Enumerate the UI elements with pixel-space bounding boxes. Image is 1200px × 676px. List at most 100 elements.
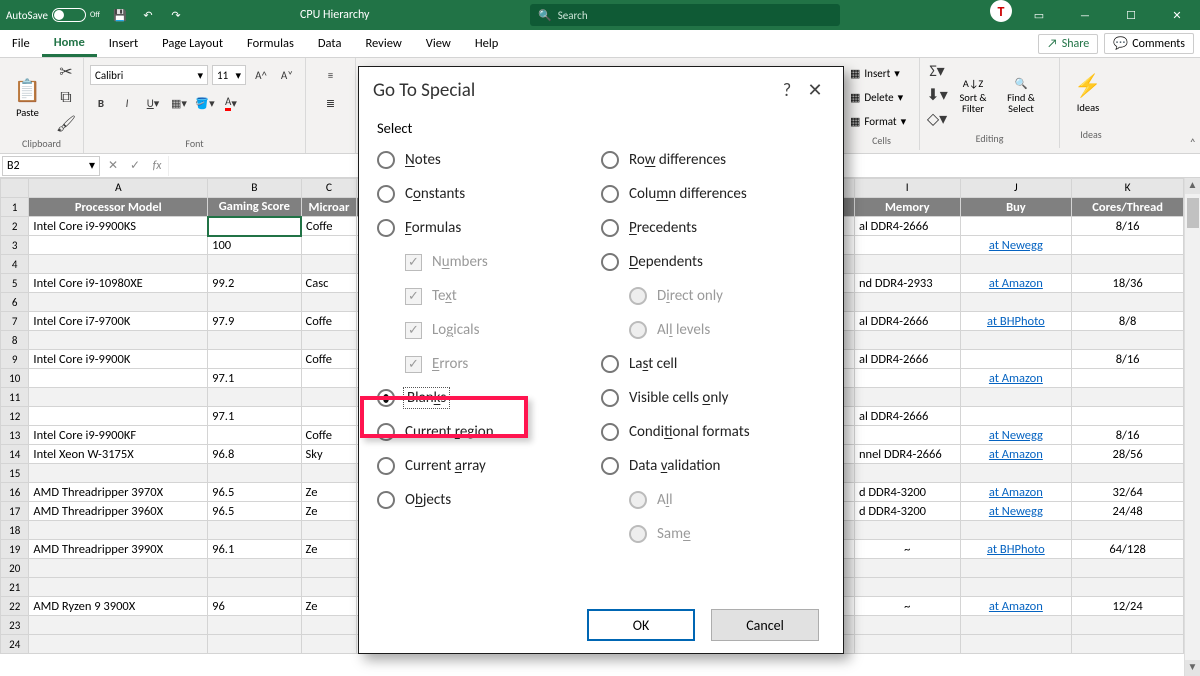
cell[interactable]: 96.8 [208,445,301,464]
option-visible-cells-only[interactable]: Visible cells only [601,381,825,415]
option-precedents[interactable]: Precedents [601,211,825,245]
cell[interactable]: Coffe [301,217,357,236]
cell[interactable]: 97.1 [208,369,301,388]
tab-page-layout[interactable]: Page Layout [150,30,235,57]
cell[interactable] [29,255,208,274]
cell[interactable]: at Newegg [960,426,1072,445]
cell[interactable] [960,635,1072,654]
option-last-cell[interactable]: Last cell [601,347,825,381]
cell[interactable]: 100 [208,236,301,255]
find-select-button[interactable]: 🔍Find & Select [998,62,1044,128]
fill-icon[interactable]: ⬇▾ [926,84,948,106]
cell[interactable]: Intel Core i7-9700K [29,312,208,331]
cell[interactable]: 32/64 [1072,483,1184,502]
cell[interactable] [1072,369,1184,388]
cell[interactable] [301,616,357,635]
row-header[interactable]: 11 [1,388,29,407]
shrink-font-icon[interactable]: A˅ [276,64,298,86]
cell[interactable] [29,388,208,407]
cell[interactable] [208,293,301,312]
cell[interactable] [29,616,208,635]
cell[interactable]: nnel DDR4-2666 [854,445,960,464]
cell[interactable] [208,578,301,597]
cell[interactable]: d DDR4-3200 [854,483,960,502]
cell[interactable] [960,464,1072,483]
cancel-button[interactable]: Cancel [711,609,819,641]
format-painter-icon[interactable]: 🖌 [55,113,77,135]
option-formulas[interactable]: Formulas [377,211,601,245]
cell[interactable]: 96 [208,597,301,616]
cell[interactable] [208,616,301,635]
cell[interactable]: at Amazon [960,445,1072,464]
cell[interactable] [960,407,1072,426]
cell[interactable]: al DDR4-2666 [854,312,960,331]
close-icon[interactable]: ✕ [1154,0,1200,30]
ribbon-display-icon[interactable]: ▭ [1016,0,1062,30]
paste-button[interactable]: 📋Paste [6,65,49,131]
cell[interactable]: at Newegg [960,236,1072,255]
user-avatar[interactable]: T [990,0,1012,22]
cell[interactable]: Coffe [301,426,357,445]
cell[interactable] [854,331,960,350]
table-header-cell[interactable]: Memory [854,198,960,217]
cell[interactable] [208,331,301,350]
tab-home[interactable]: Home [42,30,97,57]
vertical-scrollbar[interactable]: ▲ ▼ [1184,178,1200,676]
row-header[interactable]: 7 [1,312,29,331]
cell[interactable]: Coffe [301,312,357,331]
cell[interactable] [1072,407,1184,426]
cell[interactable] [854,293,960,312]
cell[interactable]: 96.5 [208,483,301,502]
align-top-icon[interactable]: ≡ [320,64,342,86]
cell[interactable] [301,388,357,407]
cell[interactable] [29,293,208,312]
minimize-icon[interactable]: — [1062,0,1108,30]
cell[interactable] [1072,635,1184,654]
row-header[interactable]: 19 [1,540,29,559]
cell[interactable] [854,236,960,255]
column-header[interactable]: K [1072,179,1184,198]
cell[interactable]: al DDR4-2666 [854,217,960,236]
cell[interactable] [301,407,357,426]
cell[interactable] [854,388,960,407]
column-header[interactable] [1,179,29,198]
cell[interactable]: Sky [301,445,357,464]
name-box[interactable]: B2▾ [2,156,100,176]
cell[interactable]: Casc [301,274,357,293]
table-header-cell[interactable]: Microar [301,198,357,217]
cell[interactable]: at Amazon [960,483,1072,502]
tab-view[interactable]: View [414,30,463,57]
cell[interactable] [960,255,1072,274]
cell[interactable]: at BHPhoto [960,312,1072,331]
row-header[interactable]: 9 [1,350,29,369]
cell[interactable] [29,521,208,540]
cell[interactable] [1072,464,1184,483]
table-header-cell[interactable]: Processor Model [29,198,208,217]
row-header[interactable]: 13 [1,426,29,445]
cell[interactable] [29,236,208,255]
cell[interactable] [1072,578,1184,597]
collapse-ribbon-icon[interactable]: ˄ [1190,137,1196,151]
tab-data[interactable]: Data [306,30,354,57]
cell[interactable]: al DDR4-2666 [854,407,960,426]
cell[interactable] [854,635,960,654]
cell[interactable]: 64/128 [1072,540,1184,559]
cell[interactable] [301,578,357,597]
row-header[interactable]: 18 [1,521,29,540]
column-header[interactable]: B [208,179,301,198]
row-header[interactable]: 23 [1,616,29,635]
cell[interactable] [854,369,960,388]
cell[interactable] [208,350,301,369]
cell[interactable]: nd DDR4-2933 [854,274,960,293]
row-header[interactable]: 12 [1,407,29,426]
cell[interactable] [208,635,301,654]
cells-insert-button[interactable]: ▦ Insert▾ [850,62,900,84]
cell[interactable] [301,236,357,255]
share-button[interactable]: ↗ Share [1038,34,1098,54]
cell[interactable] [301,369,357,388]
cell[interactable] [301,521,357,540]
row-header[interactable]: 3 [1,236,29,255]
cell[interactable]: 24/48 [1072,502,1184,521]
cell[interactable] [960,217,1072,236]
cell[interactable] [854,255,960,274]
